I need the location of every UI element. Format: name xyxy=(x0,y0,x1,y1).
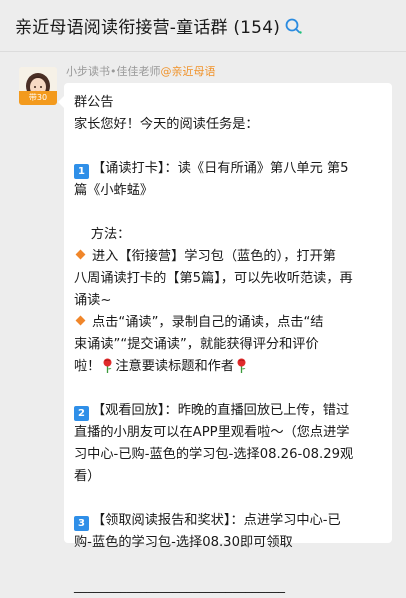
rose-icon xyxy=(236,358,247,373)
method-label: 方法： xyxy=(74,227,131,242)
sender-name[interactable]: 小步读书•佳佳老师 xyxy=(66,65,161,78)
section-1-text-a: 【诵读打卡】：读《日有所诵》第八单元 第5 xyxy=(92,161,349,176)
section-2-text-a: 【观看回放】：昨晚的直播回放已上传，错过 xyxy=(92,403,350,418)
number-1-badge: 1 xyxy=(74,164,89,179)
method-step-2: 点击“诵读”，录制自己的诵读，点击“结 xyxy=(74,312,382,334)
section-2-text-d: 看） xyxy=(74,469,101,484)
method-step-1-b: 八周诵读打卡的【第5篇】，可以先收听范读，再 xyxy=(74,271,353,286)
section-1-text-b: 篇《小蚱蜢》 xyxy=(74,183,154,198)
sender-org: @亲近母语 xyxy=(160,65,216,78)
orange-diamond-icon xyxy=(75,315,86,326)
announcement-label: 群公告 xyxy=(74,95,114,110)
message-bubble[interactable]: 群公告 家长您好！今天的阅读任务是： 1 【诵读打卡】：读《日有所诵》第八单元 第… xyxy=(64,83,392,594)
section-1-title: 1 【诵读打卡】：读《日有所诵》第八单元 第5 xyxy=(74,158,382,180)
divider-line: ________________________________ xyxy=(74,579,285,594)
greeting-text: 家长您好！今天的阅读任务是： xyxy=(74,117,259,132)
number-3-badge: 3 xyxy=(74,516,89,531)
section-2-title: 2 【观看回放】：昨晚的直播回放已上传，错过 xyxy=(74,400,382,422)
method-step-2-c: 啦！ 注意要读标题和作者 xyxy=(74,356,382,378)
method-step-1-c: 诵读~ xyxy=(74,293,112,308)
method-step-2-c2: 注意要读标题和作者 xyxy=(115,359,235,374)
method-step-2-a: 点击“诵读”，录制自己的诵读，点击“结 xyxy=(92,315,324,330)
sender-info: 小步读书•佳佳老师@亲近母语 xyxy=(66,63,216,79)
section-3-text-b: 购-蓝色的学习包-选择08.30即可领取 xyxy=(74,535,293,550)
method-step-1-a: 进入【衔接营】学习包（蓝色的），打开第 xyxy=(92,249,336,264)
method-step-2-b: 束诵读”“提交诵读”，就能获得评分和评价 xyxy=(74,337,319,352)
chat-header: 亲近母语阅读衔接营-童话群 (154) xyxy=(0,0,406,52)
search-icon[interactable] xyxy=(284,17,304,35)
section-2-text-c: 习中心-已购-蓝色的学习包-选择08.26-08.29观 xyxy=(74,447,354,462)
chat-title[interactable]: 亲近母语阅读衔接营-童话群 (154) xyxy=(15,13,280,38)
section-3-text-a: 【领取阅读报告和奖状】：点进学习中心-已 xyxy=(92,513,341,528)
method-step-1: 进入【衔接营】学习包（蓝色的），打开第 xyxy=(74,246,382,268)
number-2-badge: 2 xyxy=(74,406,89,421)
orange-diamond-icon xyxy=(75,249,86,260)
rose-icon xyxy=(102,358,113,373)
section-3-title: 3 【领取阅读报告和奖状】：点进学习中心-已 xyxy=(74,510,382,532)
avatar-badge: 带30 xyxy=(19,91,57,105)
method-step-2-c1: 啦！ xyxy=(74,359,101,374)
section-2-text-b: 直播的小朋友可以在APP里观看啦～（您点进学 xyxy=(74,425,350,440)
